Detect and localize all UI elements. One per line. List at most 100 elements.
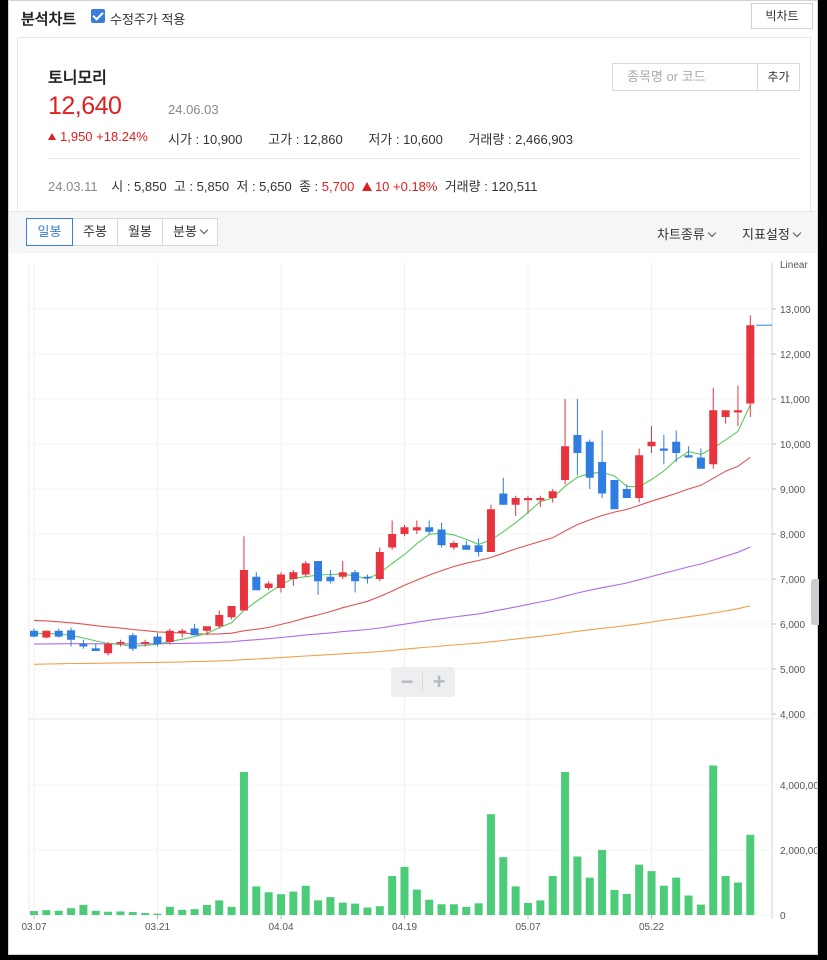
candle-body	[190, 628, 199, 636]
scale-label: Linear	[780, 260, 808, 271]
price-change-text: 1,950 +18.24%	[60, 129, 148, 144]
candle-body	[91, 648, 100, 651]
price-change: 1,950 +18.24%	[48, 129, 148, 144]
candle-body	[474, 545, 483, 552]
top-bar: 분석차트 수정주가 적용 빅차트	[9, 1, 817, 35]
hover-date: 24.03.11	[48, 179, 98, 194]
candle-body	[326, 576, 335, 582]
side-panel-handle[interactable]	[811, 579, 819, 625]
candle-body	[165, 630, 174, 642]
open-price: 시가 : 10,900	[168, 132, 243, 147]
volume-bar	[437, 904, 446, 915]
candle-body	[289, 572, 298, 579]
candle-body	[215, 615, 224, 627]
up-arrow-icon	[361, 182, 372, 191]
candle-body	[486, 509, 495, 552]
candle-body	[524, 498, 532, 501]
volume-bar	[412, 889, 421, 915]
candle-body	[585, 441, 594, 478]
date-tick-label: 04.19	[392, 922, 417, 933]
candle-body	[54, 630, 63, 637]
date-tick-label: 05.22	[639, 922, 664, 933]
chart-type-menu[interactable]: 차트종류	[657, 224, 717, 243]
volume-bar	[301, 885, 310, 915]
volume-bar	[635, 864, 644, 915]
candle-body	[462, 545, 471, 550]
candle-body	[252, 576, 261, 591]
period-tab-weekly[interactable]: 주봉	[72, 218, 118, 246]
candle-body	[141, 642, 150, 644]
volume-bar	[351, 903, 360, 915]
period-tab-monthly[interactable]: 월봉	[117, 218, 163, 246]
volume-bar	[326, 897, 335, 915]
volume-bar	[54, 910, 63, 915]
candle-body	[437, 529, 446, 546]
candle-body	[684, 455, 693, 458]
candle-body	[351, 572, 360, 582]
volume-bar	[252, 886, 261, 915]
price-volume-chart[interactable]: 13,000 12,000 11,000 10,000 9,000 8,000 7,000 6…	[9, 253, 817, 953]
hover-close-label: 종 :	[298, 179, 319, 194]
candle-body	[622, 489, 631, 498]
volume-bar	[746, 834, 755, 915]
candle-body	[659, 448, 668, 451]
zoom-in-button[interactable]: +	[423, 667, 455, 697]
trade-volume: 거래량 : 2,466,903	[468, 132, 574, 147]
volume-bar	[338, 902, 347, 915]
indicator-settings-menu[interactable]: 지표설정	[742, 224, 802, 243]
period-tab-minute-label: 분봉	[173, 224, 197, 239]
price-tick-label: 5,000	[780, 665, 805, 676]
hover-close-value: 5,700	[321, 179, 355, 194]
candle-body	[499, 493, 508, 505]
zoom-out-button[interactable]: −	[391, 667, 423, 697]
hover-open: 시 : 5,850	[111, 179, 167, 194]
add-stock-button[interactable]: 추가	[758, 63, 800, 91]
volume-bar	[67, 908, 76, 915]
big-chart-button[interactable]: 빅차트	[751, 3, 813, 29]
indicator-settings-label: 지표설정	[742, 227, 790, 242]
volume-bar	[474, 903, 483, 915]
volume-bar	[672, 877, 681, 915]
volume-bar	[400, 866, 409, 915]
volume-bar	[709, 765, 718, 915]
hover-volume: 거래량 : 120,511	[444, 179, 538, 194]
adjusted-price-checkbox[interactable]	[91, 9, 105, 23]
candle-body	[375, 552, 384, 579]
adjusted-price-label[interactable]: 수정주가 적용	[110, 9, 185, 28]
hover-high: 고 : 5,850	[173, 179, 230, 194]
chevron-down-icon	[199, 225, 209, 235]
analysis-chart-window: 분석차트 수정주가 적용 빅차트 토니모리 12,640 24.06.03 1,…	[8, 0, 819, 955]
candle-body	[696, 457, 705, 469]
candle-body	[647, 441, 656, 447]
price-tick-label: 8,000	[780, 530, 805, 541]
candle-body	[116, 642, 125, 644]
volume-tick-label: 2,000,000	[780, 846, 817, 857]
price-tick-label: 11,000	[780, 395, 810, 406]
volume-bar	[733, 882, 742, 915]
candle-body	[264, 583, 273, 588]
volume-bar	[721, 876, 730, 915]
window-title: 분석차트	[21, 11, 77, 28]
volume-bar	[42, 910, 51, 915]
volume-bar	[647, 871, 656, 915]
period-tab-daily[interactable]: 일봉	[26, 218, 73, 246]
volume-bar	[486, 814, 495, 915]
current-price: 12,640	[48, 92, 122, 120]
volume-bar	[449, 904, 458, 915]
candle-body	[672, 441, 681, 453]
volume-bar	[375, 906, 384, 915]
candle-body	[301, 563, 310, 575]
candle-body	[128, 635, 137, 649]
candle-body	[449, 543, 458, 548]
price-date: 24.06.03	[168, 102, 219, 117]
chevron-down-icon	[792, 228, 802, 238]
candle-body	[104, 643, 113, 654]
candle-body	[338, 572, 347, 577]
period-tab-minute[interactable]: 분봉	[162, 218, 218, 246]
stock-search-input[interactable]: 종목명 or 코드	[612, 63, 758, 91]
candle-body	[202, 626, 211, 631]
volume-bar	[585, 877, 594, 915]
volume-bar	[190, 909, 199, 915]
volume-bar	[178, 909, 187, 915]
volume-bar	[91, 910, 100, 915]
